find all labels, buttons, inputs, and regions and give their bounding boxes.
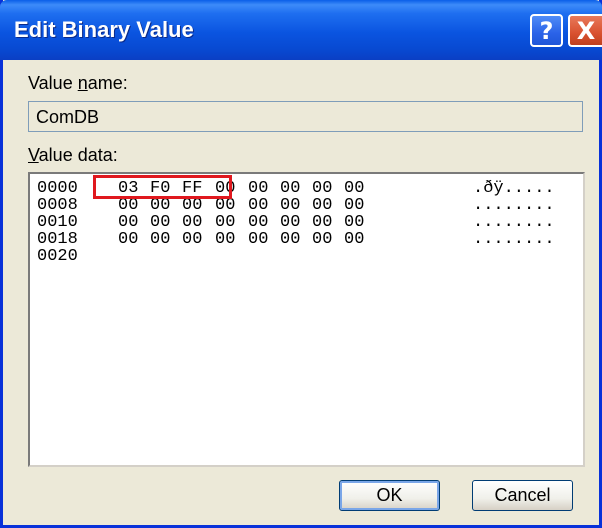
- ascii-text: ........: [473, 230, 555, 249]
- hex-byte[interactable]: 00: [150, 231, 170, 248]
- hex-byte[interactable]: 00: [215, 231, 235, 248]
- value-name-label-part: Value: [28, 73, 78, 93]
- ok-button[interactable]: OK: [339, 480, 440, 511]
- hex-address: 0010: [37, 213, 78, 232]
- hex-byte[interactable]: 00: [312, 197, 332, 214]
- ascii-text: ........: [473, 213, 555, 232]
- hex-byte[interactable]: 00: [344, 231, 364, 248]
- hex-byte[interactable]: 00: [344, 197, 364, 214]
- hex-byte[interactable]: 00: [118, 197, 138, 214]
- hex-byte[interactable]: 00: [280, 197, 300, 214]
- hex-byte[interactable]: 00: [312, 180, 332, 197]
- hex-byte[interactable]: 00: [312, 214, 332, 231]
- hex-byte[interactable]: 00: [248, 214, 268, 231]
- hex-byte[interactable]: 00: [150, 197, 170, 214]
- hex-address: 0018: [37, 230, 78, 249]
- value-name-field: ComDB: [28, 101, 583, 132]
- hex-byte[interactable]: 00: [344, 214, 364, 231]
- hex-byte[interactable]: 00: [312, 231, 332, 248]
- ascii-text: .ðÿ.....: [473, 179, 555, 198]
- hex-byte[interactable]: 00: [280, 214, 300, 231]
- hex-byte[interactable]: 00: [248, 180, 268, 197]
- hex-address: 0000: [37, 179, 78, 198]
- hex-byte[interactable]: 00: [248, 231, 268, 248]
- window-title: Edit Binary Value: [14, 17, 194, 42]
- hex-byte[interactable]: 00: [280, 180, 300, 197]
- help-icon[interactable]: ?: [530, 14, 563, 47]
- hex-byte[interactable]: 00: [182, 214, 202, 231]
- value-name-label-accelerator: n: [77, 73, 88, 93]
- value-data-label: Value data:: [28, 145, 118, 166]
- close-icon[interactable]: X: [568, 14, 602, 47]
- hex-byte[interactable]: 00: [118, 214, 138, 231]
- cancel-button[interactable]: Cancel: [472, 480, 573, 511]
- hex-address: 0008: [37, 196, 78, 215]
- hex-byte[interactable]: 00: [344, 180, 364, 197]
- highlight-box: [93, 175, 232, 199]
- hex-byte[interactable]: 00: [182, 231, 202, 248]
- title-bar[interactable]: Edit Binary Value ? X: [0, 0, 602, 60]
- hex-byte[interactable]: 00: [280, 231, 300, 248]
- hex-byte[interactable]: 00: [248, 197, 268, 214]
- value-name-label-part: ame:: [87, 73, 128, 93]
- value-name-label: Value name:: [28, 73, 128, 94]
- hex-byte[interactable]: 00: [118, 231, 138, 248]
- hex-byte[interactable]: 00: [215, 197, 235, 214]
- hex-byte[interactable]: 00: [182, 197, 202, 214]
- value-data-editor[interactable]: 0000 03 F0 FF 00 00 00 00 00 .ðÿ..... 0008 00 00 00 00…: [28, 172, 585, 467]
- edit-binary-value-dialog: Edit Binary Value ? X Value name: ComDB …: [0, 0, 602, 528]
- hex-byte[interactable]: 00: [215, 214, 235, 231]
- hex-byte[interactable]: 00: [150, 214, 170, 231]
- hex-address: 0020: [37, 247, 78, 266]
- value-data-label-part: alue data:: [38, 145, 118, 165]
- ascii-text: ........: [473, 196, 555, 215]
- value-data-label-accelerator: V: [28, 145, 39, 165]
